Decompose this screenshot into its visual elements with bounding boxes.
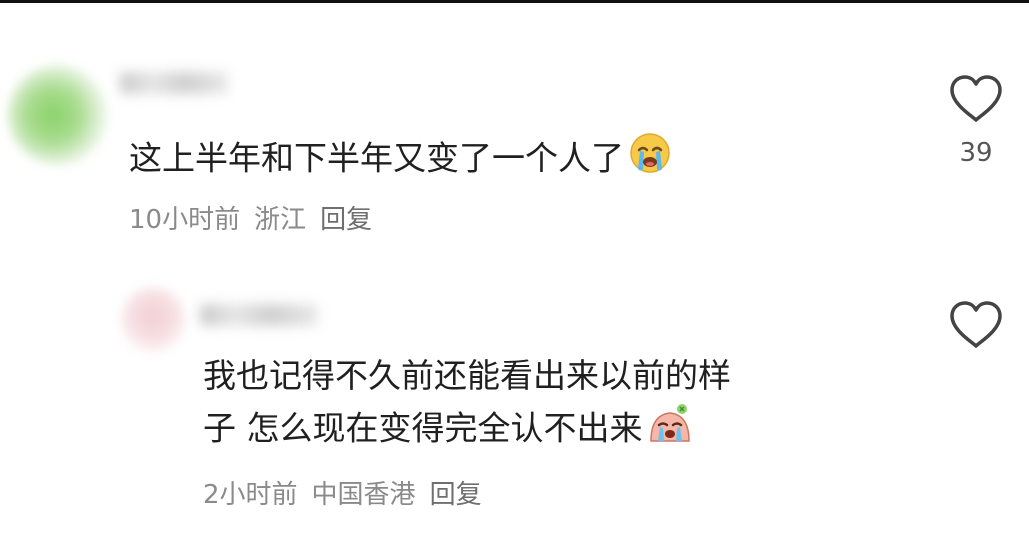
heart-icon bbox=[950, 301, 1002, 348]
heart-icon bbox=[950, 75, 1002, 122]
comment-location: 浙江 bbox=[254, 205, 307, 235]
loudly-crying-face-icon bbox=[628, 131, 672, 189]
comment-time: 2小时前 bbox=[203, 480, 298, 510]
comment-text-content: 这上半年和下半年又变了一个人了 bbox=[129, 138, 624, 178]
crying-character-icon bbox=[647, 401, 693, 459]
like-count: 39 bbox=[959, 138, 993, 168]
comment-text-line-2-content: 子 怎么现在变得完全认不出来 bbox=[203, 408, 643, 448]
comment-meta: 2小时前 中国香港 回复 bbox=[203, 479, 496, 511]
reply-button[interactable]: 回复 bbox=[320, 205, 372, 235]
comment-text-line-2: 子 怎么现在变得完全认不出来 bbox=[203, 401, 731, 459]
like-button[interactable] bbox=[946, 300, 1006, 364]
avatar[interactable] bbox=[8, 65, 108, 165]
comment-meta: 10小时前 浙江 回复 bbox=[129, 204, 386, 236]
reply-button[interactable]: 回复 bbox=[430, 480, 482, 510]
comment-time: 10小时前 bbox=[129, 205, 241, 235]
top-border bbox=[0, 0, 1029, 3]
username-blurred[interactable] bbox=[200, 304, 318, 326]
like-button[interactable]: 39 bbox=[946, 74, 1006, 168]
comment-text-line-1: 我也记得不久前还能看出来以前的样 bbox=[203, 356, 731, 395]
comment-text: 我也记得不久前还能看出来以前的样 子 怎么现在变得完全认不出来 bbox=[203, 351, 731, 459]
username-blurred[interactable] bbox=[120, 72, 228, 94]
comment-location: 中国香港 bbox=[311, 480, 416, 510]
avatar[interactable] bbox=[120, 287, 186, 353]
comment-text: 这上半年和下半年又变了一个人了 bbox=[129, 131, 672, 189]
